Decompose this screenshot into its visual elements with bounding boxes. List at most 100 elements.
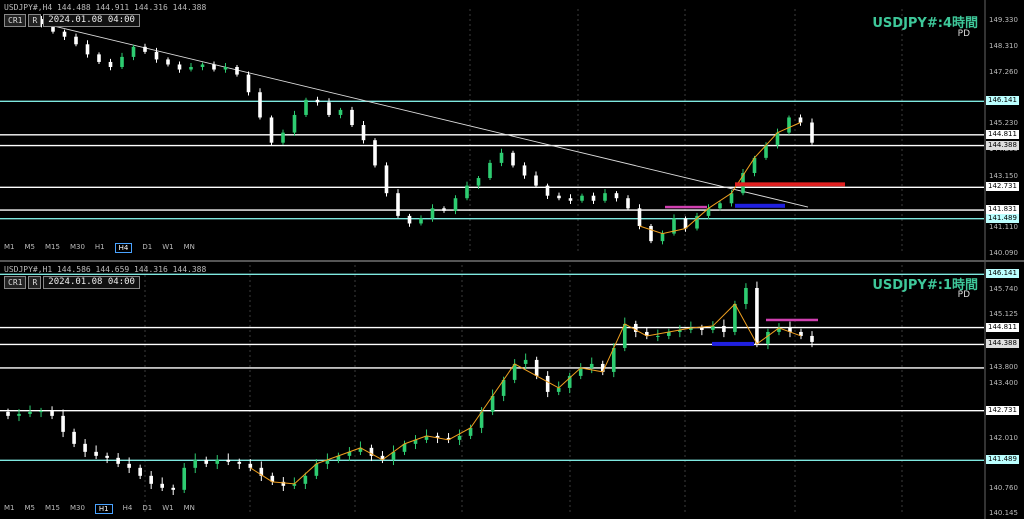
axis-tick-label: 141.110 [989, 223, 1018, 232]
axis-tick-label: 140.145 [989, 509, 1018, 517]
timeframe-h1[interactable]: H1 [95, 243, 105, 253]
candle-body [160, 483, 164, 488]
candle-body [127, 463, 131, 468]
candle-body [465, 185, 469, 199]
timeframe-h1[interactable]: H1 [94, 504, 113, 514]
candle-body [120, 56, 124, 67]
candle-body [580, 195, 584, 201]
h4-price-chart[interactable] [0, 0, 1024, 260]
magenta-zone [766, 318, 818, 322]
candle-body [315, 99, 320, 103]
timeframe-m30[interactable]: M30 [70, 243, 85, 253]
price-level-tag: 141.489 [986, 213, 1019, 223]
axis-tick-label: 145.230 [989, 119, 1018, 128]
price-level-tag: 144.811 [986, 322, 1019, 332]
candle-body [215, 459, 220, 464]
candle-body [545, 375, 550, 392]
price-level-tag: 142.731 [986, 182, 1019, 192]
candle-body [212, 64, 216, 70]
candle-body [28, 411, 32, 414]
candle-body [269, 117, 274, 143]
timeframe-d1[interactable]: D1 [142, 243, 152, 253]
timeframe-m5[interactable]: M5 [25, 504, 36, 514]
candle-body [166, 59, 170, 65]
axis-tick-label: 148.310 [989, 41, 1018, 50]
date-field[interactable]: 2024.01.08 04:00 [43, 276, 140, 289]
timeframe-mn[interactable]: MN [184, 243, 195, 253]
timeframe-m15[interactable]: M15 [45, 243, 60, 253]
timeframe-m1[interactable]: M1 [4, 504, 15, 514]
candle-body [223, 66, 228, 70]
timeframe-m5[interactable]: M5 [25, 243, 36, 253]
candle-body [729, 193, 734, 204]
h1-chart-pane[interactable]: USDJPY#,H1 144.586 144.659 144.316 144.3… [0, 262, 1024, 519]
candle-body [350, 109, 354, 126]
r-button[interactable]: R [28, 14, 42, 27]
timeframe-m1[interactable]: M1 [4, 243, 15, 253]
candle-body [94, 451, 98, 456]
magenta-zone [665, 205, 707, 209]
candle-body [626, 198, 630, 209]
candle-body [798, 117, 803, 123]
timeframe-h4[interactable]: H4 [114, 243, 133, 253]
candle-body [556, 387, 561, 392]
candle-body [304, 99, 308, 115]
timeframe-bar: M1 M5 M15 M30 H1 H4 D1 W1 MN [4, 243, 195, 253]
blue-zone [712, 341, 754, 346]
candle-body [116, 457, 120, 464]
symbol-info: USDJPY#,H1 144.586 144.659 144.316 144.3… [4, 265, 207, 274]
candle-body [589, 363, 594, 368]
candle-body [787, 117, 791, 133]
candle-body [522, 165, 527, 176]
candle-body [603, 193, 607, 201]
h4-chart-pane[interactable]: USDJPY#,H4 144.488 144.911 144.316 144.3… [0, 0, 1024, 262]
r-button[interactable]: R [28, 276, 42, 289]
candle-body [523, 359, 528, 364]
candle-body [143, 46, 147, 52]
cr-button[interactable]: CR1 [4, 14, 27, 27]
price-level-tag: 146.141 [986, 269, 1019, 279]
timeframe-w1[interactable]: W1 [162, 504, 173, 514]
candle-body [17, 413, 21, 416]
price-level-tag: 144.388 [986, 140, 1019, 150]
candle-body [600, 363, 605, 372]
candle-body [105, 455, 109, 458]
candle-body [649, 225, 653, 242]
zigzag-line [250, 303, 802, 485]
chart-subtitle: PD [957, 290, 970, 300]
candle-body [534, 359, 539, 376]
timeframe-mn[interactable]: MN [184, 504, 195, 514]
timeframe-w1[interactable]: W1 [162, 243, 173, 253]
candle-body [534, 175, 538, 186]
axis-tick-label: 142.010 [989, 434, 1018, 443]
candle-body [62, 31, 67, 37]
candle-body [281, 132, 285, 143]
price-level-tag: 144.811 [986, 129, 1019, 139]
price-level-tag: 141.489 [986, 455, 1019, 465]
h1-price-chart[interactable] [0, 262, 1024, 519]
timeframe-m30[interactable]: M30 [70, 504, 85, 514]
cr-button[interactable]: CR1 [4, 276, 27, 289]
candle-body [258, 92, 262, 118]
timeframe-d1[interactable]: D1 [142, 504, 152, 514]
red-zone [735, 182, 845, 187]
candle-body [248, 463, 253, 468]
date-field[interactable]: 2024.01.08 04:00 [43, 14, 140, 27]
timeframe-m15[interactable]: M15 [45, 504, 60, 514]
candle-body [511, 152, 515, 166]
timeframe-h4[interactable]: H4 [123, 504, 133, 514]
chart-controls: CR1 R 2024.01.08 04:00 [4, 14, 140, 27]
candle-body [303, 475, 308, 484]
candle-body [384, 165, 389, 194]
candle-body [457, 435, 462, 440]
candle-body [235, 66, 239, 75]
price-level-tag: 146.141 [986, 96, 1019, 106]
candle-body [637, 208, 642, 226]
candle-body [476, 178, 481, 186]
candle-body [488, 162, 492, 179]
candle-body [442, 208, 446, 211]
candle-body [83, 443, 87, 452]
chart-controls: CR1 R 2024.01.08 04:00 [4, 276, 140, 289]
axis-tick-label: 143.800 [989, 362, 1018, 371]
candle-body [171, 487, 176, 490]
